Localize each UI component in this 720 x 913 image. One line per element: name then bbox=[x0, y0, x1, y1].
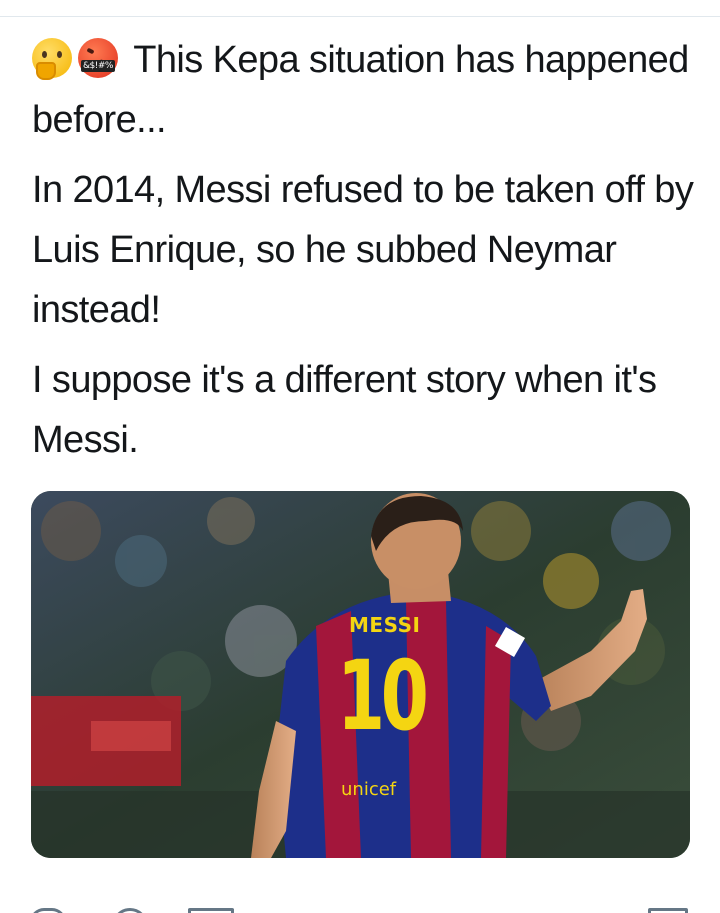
share-icon[interactable] bbox=[648, 908, 688, 913]
tweet-actions bbox=[0, 896, 720, 913]
top-divider bbox=[0, 16, 720, 17]
sponsor-logo: unicef bbox=[341, 779, 397, 800]
tweet-paragraph-1: &$!#% This Kepa situation has happened b… bbox=[32, 30, 702, 150]
tweet-text: &$!#% This Kepa situation has happened b… bbox=[32, 30, 702, 480]
tweet-paragraph-2: In 2014, Messi refused to be taken off b… bbox=[32, 169, 694, 331]
tweet-paragraph-3: I suppose it's a different story when it… bbox=[32, 359, 657, 461]
thinking-face-icon bbox=[32, 38, 72, 80]
jersey-number: 10 bbox=[337, 640, 429, 752]
reply-icon[interactable] bbox=[30, 908, 66, 913]
jersey-name: MESSI bbox=[349, 613, 421, 637]
tweet-line-1: This Kepa situation has happened before.… bbox=[32, 39, 689, 141]
tweet-media-image[interactable]: MESSI 10 unicef bbox=[31, 491, 690, 858]
curse-symbols: &$!#% bbox=[81, 60, 115, 72]
like-icon[interactable] bbox=[188, 908, 234, 913]
retweet-icon[interactable] bbox=[112, 908, 148, 913]
cursing-face-icon: &$!#% bbox=[78, 38, 118, 78]
